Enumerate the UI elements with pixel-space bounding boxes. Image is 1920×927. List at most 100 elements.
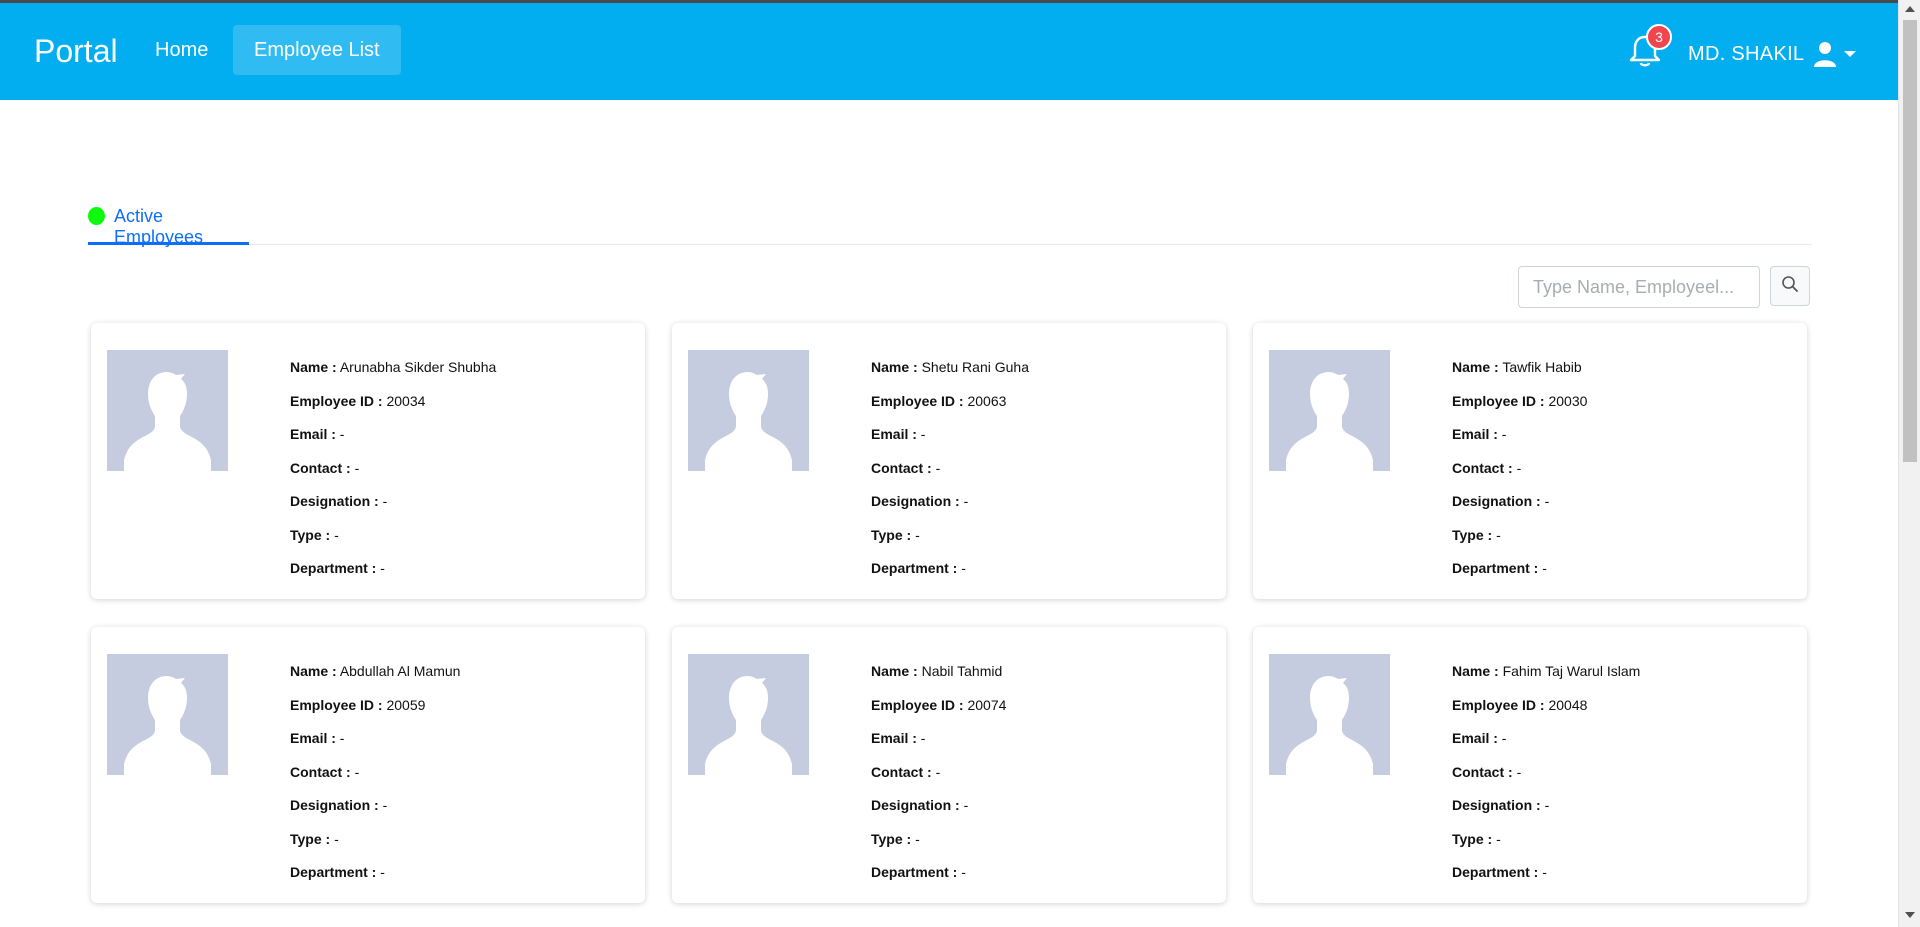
employee-email-row: Email : - xyxy=(290,426,496,460)
nav-home-link[interactable]: Home xyxy=(134,25,229,75)
employee-designation-row: Designation : - xyxy=(871,493,1029,527)
employee-type-row: Type : - xyxy=(1452,527,1587,561)
employee-id-label: Employee ID : xyxy=(290,696,383,713)
employee-info: Name : Fahim Taj Warul Islam Employee ID… xyxy=(1452,663,1640,898)
employee-department-row: Department : - xyxy=(1452,864,1640,898)
user-menu-icon[interactable] xyxy=(1812,41,1858,67)
search-button[interactable] xyxy=(1770,266,1810,306)
name-label: Name : xyxy=(290,663,337,679)
employee-designation: - xyxy=(1544,493,1550,509)
employee-name: Shetu Rani Guha xyxy=(921,359,1029,375)
scroll-up-arrow-icon[interactable] xyxy=(1905,6,1915,12)
brand-logo[interactable]: Portal xyxy=(34,33,118,70)
user-name[interactable]: MD. SHAKIL xyxy=(1688,43,1804,66)
employee-id-label: Employee ID : xyxy=(871,696,964,713)
department-label: Department : xyxy=(1452,864,1539,880)
type-label: Type : xyxy=(1452,830,1493,847)
employee-designation-row: Designation : - xyxy=(290,797,460,831)
employee-designation-row: Designation : - xyxy=(871,797,1006,831)
name-label: Name : xyxy=(1452,663,1499,679)
employee-contact: - xyxy=(354,459,360,476)
employee-type: - xyxy=(1496,526,1501,543)
employee-department-row: Department : - xyxy=(290,560,496,594)
avatar-placeholder-icon xyxy=(1269,654,1390,775)
email-label: Email : xyxy=(290,730,336,746)
search-input[interactable] xyxy=(1518,266,1760,308)
tab-active-employees-label: Active Employees xyxy=(113,206,204,247)
contact-label: Contact : xyxy=(290,459,351,476)
email-label: Email : xyxy=(1452,730,1498,746)
employee-type: - xyxy=(334,830,339,847)
employee-contact-row: Contact : - xyxy=(871,460,1029,494)
employee-contact: - xyxy=(935,459,941,476)
email-label: Email : xyxy=(871,426,917,442)
employee-id-row: Employee ID : 20063 xyxy=(871,393,1029,427)
employee-designation-row: Designation : - xyxy=(1452,493,1587,527)
employee-designation: - xyxy=(963,493,969,509)
employee-card[interactable]: Name : Abdullah Al Mamun Employee ID : 2… xyxy=(91,627,645,903)
employee-department: - xyxy=(961,864,966,880)
employee-email: - xyxy=(339,426,345,442)
employee-name-row: Name : Nabil Tahmid xyxy=(871,663,1006,697)
employee-card[interactable]: Name : Shetu Rani Guha Employee ID : 200… xyxy=(672,323,1226,599)
department-label: Department : xyxy=(871,560,958,576)
tab-active-employees[interactable]: Active Employees xyxy=(88,197,249,247)
name-label: Name : xyxy=(871,359,918,375)
employee-card[interactable]: Name : Tawfik Habib Employee ID : 20030 … xyxy=(1253,323,1807,599)
employee-contact-row: Contact : - xyxy=(290,460,496,494)
employee-name: Arunabha Sikder Shubha xyxy=(339,359,497,375)
employee-card[interactable]: Name : Fahim Taj Warul Islam Employee ID… xyxy=(1253,627,1807,903)
notification-count-badge: 3 xyxy=(1646,24,1672,50)
scrollbar-thumb[interactable] xyxy=(1903,20,1917,462)
avatar-placeholder-icon xyxy=(688,350,809,471)
employee-email-row: Email : - xyxy=(1452,426,1587,460)
type-label: Type : xyxy=(871,526,912,543)
employee-type: - xyxy=(1496,830,1501,847)
employee-card[interactable]: Name : Nabil Tahmid Employee ID : 20074 … xyxy=(672,627,1226,903)
employee-info: Name : Arunabha Sikder Shubha Employee I… xyxy=(290,359,496,594)
top-navbar: Portal Home Employee List 3 MD. SHAKIL xyxy=(0,3,1898,100)
employee-department-row: Department : - xyxy=(1452,560,1587,594)
employee-designation: - xyxy=(1544,797,1550,813)
contact-label: Contact : xyxy=(871,763,932,780)
employee-card[interactable]: Name : Arunabha Sikder Shubha Employee I… xyxy=(91,323,645,599)
employee-contact-row: Contact : - xyxy=(290,764,460,798)
designation-label: Designation : xyxy=(290,797,379,813)
employee-id: 20059 xyxy=(386,696,426,713)
employee-department: - xyxy=(1542,864,1547,880)
employee-id-label: Employee ID : xyxy=(871,392,964,409)
email-label: Email : xyxy=(1452,426,1498,442)
employee-type-row: Type : - xyxy=(871,527,1029,561)
page-scrollbar[interactable] xyxy=(1898,0,1920,927)
department-label: Department : xyxy=(290,864,377,880)
name-label: Name : xyxy=(290,359,337,375)
avatar-placeholder-icon xyxy=(107,654,228,775)
employee-email-row: Email : - xyxy=(1452,730,1640,764)
scroll-down-arrow-icon[interactable] xyxy=(1905,912,1915,918)
employee-name-row: Name : Abdullah Al Mamun xyxy=(290,663,460,697)
employee-department-row: Department : - xyxy=(871,864,1006,898)
employee-id: 20063 xyxy=(967,392,1007,409)
employee-tabs: Active Employees xyxy=(88,197,1812,247)
type-label: Type : xyxy=(290,526,331,543)
employee-contact: - xyxy=(935,763,941,780)
employee-department: - xyxy=(380,560,385,576)
employee-name: Nabil Tahmid xyxy=(921,663,1003,679)
employee-type-row: Type : - xyxy=(1452,831,1640,865)
employee-info: Name : Nabil Tahmid Employee ID : 20074 … xyxy=(871,663,1006,898)
type-label: Type : xyxy=(1452,526,1493,543)
nav-employee-list-link[interactable]: Employee List xyxy=(233,25,401,75)
employee-email: - xyxy=(920,426,926,442)
employee-id-row: Employee ID : 20030 xyxy=(1452,393,1587,427)
employee-designation: - xyxy=(963,797,969,813)
contact-label: Contact : xyxy=(1452,459,1513,476)
email-label: Email : xyxy=(290,426,336,442)
employee-id-row: Employee ID : 20048 xyxy=(1452,697,1640,731)
designation-label: Designation : xyxy=(871,493,960,509)
employee-name-row: Name : Arunabha Sikder Shubha xyxy=(290,359,496,393)
employee-id: 20030 xyxy=(1548,392,1588,409)
employee-id-label: Employee ID : xyxy=(290,392,383,409)
employee-type-row: Type : - xyxy=(290,831,460,865)
type-label: Type : xyxy=(871,830,912,847)
employee-department-row: Department : - xyxy=(871,560,1029,594)
